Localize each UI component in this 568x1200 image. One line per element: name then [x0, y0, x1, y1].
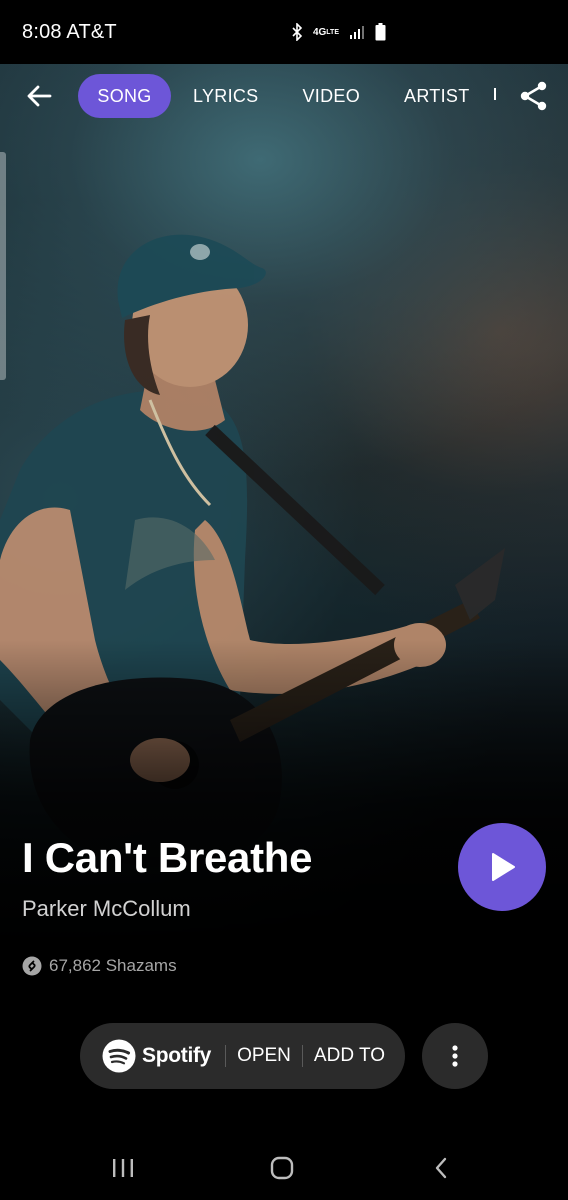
tab-artist[interactable]: ARTIST [382, 74, 491, 118]
provider-name: Spotify [142, 1044, 212, 1067]
play-icon [492, 853, 515, 881]
open-in-spotify-button[interactable]: OPEN [226, 1023, 302, 1089]
share-button[interactable] [518, 80, 552, 114]
bluetooth-icon [291, 23, 303, 41]
spotify-icon [102, 1039, 136, 1073]
back-button[interactable] [22, 80, 56, 112]
edge-panel-handle[interactable] [0, 152, 6, 380]
play-button[interactable] [458, 823, 546, 911]
recent-apps-icon [113, 1159, 133, 1177]
system-back-button[interactable] [421, 1154, 461, 1182]
arrow-left-icon [27, 85, 52, 107]
home-button[interactable] [262, 1154, 302, 1182]
status-time: 8:08 AT&T [22, 20, 117, 43]
shazam-icon [22, 956, 42, 976]
spotify-brand[interactable]: Spotify [80, 1023, 225, 1089]
home-icon [270, 1156, 294, 1180]
shazam-count: 67,862 Shazams [49, 956, 177, 975]
system-navigation-bar [0, 1136, 568, 1200]
status-icons: 4G LTE [291, 23, 386, 41]
tab-song[interactable]: SONG [78, 74, 171, 118]
streaming-provider-bar: Spotify OPEN ADD TO [80, 1023, 405, 1089]
recent-apps-button[interactable] [103, 1154, 143, 1182]
more-vertical-icon [452, 1045, 458, 1067]
signal-icon [349, 24, 365, 40]
share-icon [520, 81, 547, 111]
tab-lyrics[interactable]: LYRICS [171, 74, 281, 118]
song-title: I Can't Breathe [22, 834, 313, 881]
song-artist[interactable]: Parker McCollum [22, 896, 191, 922]
tab-overflow-hint [492, 87, 516, 106]
add-to-playlist-button[interactable]: ADD TO [303, 1023, 396, 1089]
status-bar: 8:08 AT&T 4G LTE [0, 0, 568, 64]
tab-video[interactable]: VIDEO [281, 74, 383, 118]
shazam-count-row: 67,862 Shazams [22, 956, 177, 976]
tab-bar: SONG LYRICS VIDEO ARTIST [78, 74, 516, 118]
more-options-button[interactable] [422, 1023, 488, 1089]
network-type-indicator: 4G LTE [312, 26, 339, 38]
chevron-left-icon [435, 1157, 447, 1179]
battery-icon [375, 23, 386, 41]
top-navigation: SONG LYRICS VIDEO ARTIST [0, 64, 568, 128]
